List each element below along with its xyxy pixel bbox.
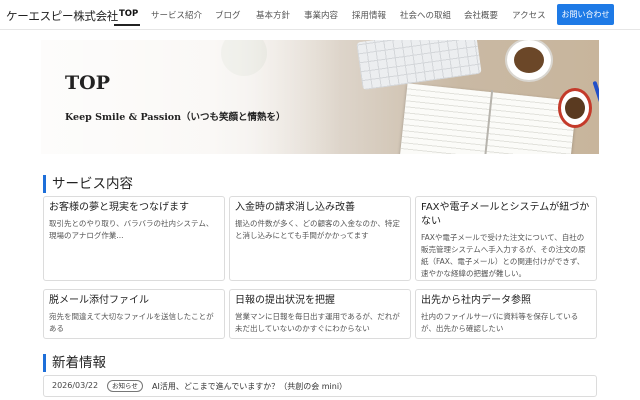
nav-item-top[interactable]: TOP <box>119 9 138 19</box>
news-heading: 新着情報 <box>43 354 106 372</box>
service-card-desc: 振込の件数が多く、どの顧客の入金なのか、特定と消し込みにとても手間がかかってます <box>235 219 400 240</box>
news-category-badge: お知らせ <box>107 380 143 392</box>
service-card-title: FAXや電子メールとシステムが紐づかない <box>421 202 590 227</box>
mug-coffee-image <box>565 97 585 119</box>
nav-item-recruit[interactable]: 採用情報 <box>352 9 386 21</box>
service-card-title: 日報の提出状況を把握 <box>235 295 335 306</box>
contact-button[interactable]: お問い合わせ <box>557 4 614 25</box>
news-date: 2026/03/22 <box>52 381 99 390</box>
news-item[interactable]: 2026/03/22 お知らせ AI活用、どこまで進んでいますか？（共創の会 m… <box>43 375 597 397</box>
hero-banner: TOP Keep Smile & Passion（いつも笑顔と情熱を） <box>41 40 599 154</box>
service-card-title: 出先から社内データ参照 <box>421 295 531 306</box>
service-card-desc: FAXや電子メールで受けた注文について、自社の販売管理システムへ手入力するが、そ… <box>421 233 586 278</box>
service-card[interactable]: 日報の提出状況を把握 営業マンに日報を毎日出す運用であるが、だれが未だ出していな… <box>229 289 411 339</box>
hero-subtitle: Keep Smile & Passion（いつも笑顔と情熱を） <box>65 112 286 123</box>
service-card-title: お客様の夢と現実をつなげます <box>49 202 189 213</box>
service-card[interactable]: 脱メール添付ファイル 宛先を間違えて大切なファイルを送信したことがある <box>43 289 225 339</box>
service-card[interactable]: 出先から社内データ参照 社内のファイルサーバに資料等を保存しているが、出先から確… <box>415 289 597 339</box>
service-card-title: 脱メール添付ファイル <box>49 295 149 306</box>
news-title: AI活用、どこまで進んでいますか？（共創の会 mini） <box>152 382 348 391</box>
site-logo[interactable]: ケーエスピー株式会社 <box>6 8 118 24</box>
coffee-image <box>514 47 544 73</box>
site-header: ケーエスピー株式会社 TOP サービス紹介 ブログ 基本方針 事業内容 採用情報… <box>0 0 640 30</box>
nav-active-underline <box>114 24 140 26</box>
nav-item-access[interactable]: アクセス <box>512 9 546 21</box>
service-card[interactable]: FAXや電子メールとシステムが紐づかない FAXや電子メールで受けた注文について… <box>415 196 597 281</box>
nav-item-blog[interactable]: ブログ <box>215 9 241 21</box>
service-card-title: 入金時の請求消し込み改善 <box>235 202 355 213</box>
service-card-desc: 取引先とのやり取り、バラバラの社内システム、現場のアナログ作業... <box>49 219 214 240</box>
hero-overlay <box>41 40 341 154</box>
nav-item-policy[interactable]: 基本方針 <box>256 9 290 21</box>
service-card[interactable]: お客様の夢と現実をつなげます 取引先とのやり取り、バラバラの社内システム、現場の… <box>43 196 225 281</box>
nav-item-business[interactable]: 事業内容 <box>304 9 338 21</box>
keyboard-image <box>356 40 482 91</box>
nav-item-company[interactable]: 会社概要 <box>464 9 498 21</box>
pen-image <box>592 80 599 136</box>
hero-title: TOP <box>65 72 110 94</box>
service-card[interactable]: 入金時の請求消し込み改善 振込の件数が多く、どの顧客の入金なのか、特定と消し込み… <box>229 196 411 281</box>
nav-item-services[interactable]: サービス紹介 <box>151 9 202 21</box>
service-card-desc: 営業マンに日報を毎日出す運用であるが、だれが未だ出していないのかすぐにわからない <box>235 312 400 333</box>
service-card-desc: 宛先を間違えて大切なファイルを送信したことがある <box>49 312 214 333</box>
nav-item-social[interactable]: 社会への取組 <box>400 9 451 21</box>
service-card-desc: 社内のファイルサーバに資料等を保存しているが、出先から確認したい <box>421 312 579 333</box>
services-heading: サービス内容 <box>43 175 133 193</box>
